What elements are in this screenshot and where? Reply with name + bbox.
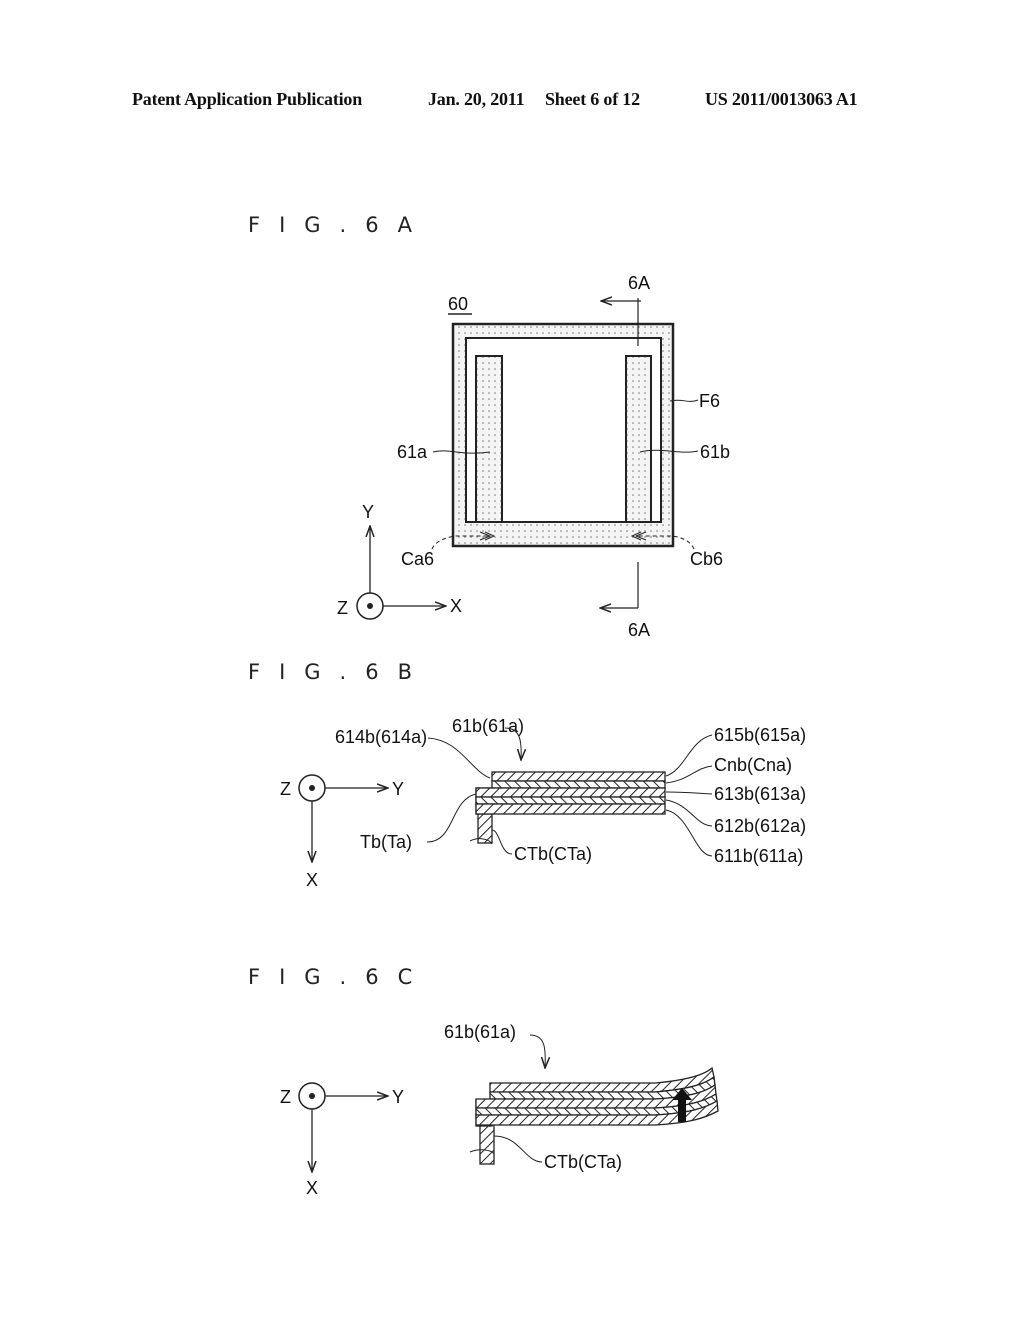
label-ctb-6c: CTb(CTa) [544,1152,622,1172]
leader-tb [426,793,477,843]
axis-y-label: Y [392,779,404,799]
arm-61a [475,355,503,523]
axis-z-label: Z [337,598,348,618]
layer-615 [491,771,666,782]
label-6a-top: 6A [628,273,650,293]
leader-arm-6c [529,1034,545,1068]
leader-611 [665,809,713,857]
drawing-canvas: 60 6A 6A F6 61a 61b Ca6 Cb6 Y X Z Z Y X … [280,273,806,1198]
leader-ctb-6c [493,1135,543,1163]
fig-6a-drawing: 60 6A 6A F6 61a 61b Ca6 Cb6 Y X Z [337,273,730,640]
axis-y-label: Y [362,502,374,522]
label-arm-6c: 61b(61a) [444,1022,516,1042]
label-614: 614b(614a) [335,727,427,747]
label-cnb: Cnb(Cna) [714,755,792,775]
label-cb6: Cb6 [690,549,723,569]
fig-6b-drawing: Z Y X 61b(61a) 614b(614a) 615b(615a) Cnb… [280,716,806,890]
leader-614 [427,737,491,779]
label-arm-6b: 61b(61a) [452,716,524,736]
label-60: 60 [448,294,468,314]
arm-61b [625,355,652,523]
leader-615 [665,734,713,777]
label-615: 615b(615a) [714,725,806,745]
label-tb: Tb(Ta) [360,832,412,852]
label-61b: 61b [700,442,730,462]
layer-612 [475,796,666,805]
axes-6a: Y X Z [337,502,462,620]
label-61a: 61a [397,442,428,462]
fig-6c-drawing: Z Y X 61b(61a) CTb(CTa) [280,1022,719,1198]
layer-614 [491,780,666,789]
label-ctb-6b: CTb(CTa) [514,844,592,864]
leader-613 [665,791,713,795]
axis-z-label: Z [280,779,291,799]
label-ca6: Ca6 [401,549,434,569]
label-6a-bottom: 6A [628,620,650,640]
label-611: 611b(611a) [714,846,803,866]
axis-z-label: Z [280,1087,291,1107]
leader-cnb [665,765,713,784]
label-f6: F6 [699,391,720,411]
axis-x-label: X [306,1178,318,1198]
axes-6c: Z Y X [280,1082,404,1198]
leader-ctb-6b [491,829,513,855]
axis-x-label: X [306,870,318,890]
layer-613 [475,787,666,798]
label-613: 613b(613a) [714,784,806,804]
axis-y-label: Y [392,1087,404,1107]
layer-611 [475,803,666,815]
label-612: 612b(612a) [714,816,806,836]
axis-x-label: X [450,596,462,616]
